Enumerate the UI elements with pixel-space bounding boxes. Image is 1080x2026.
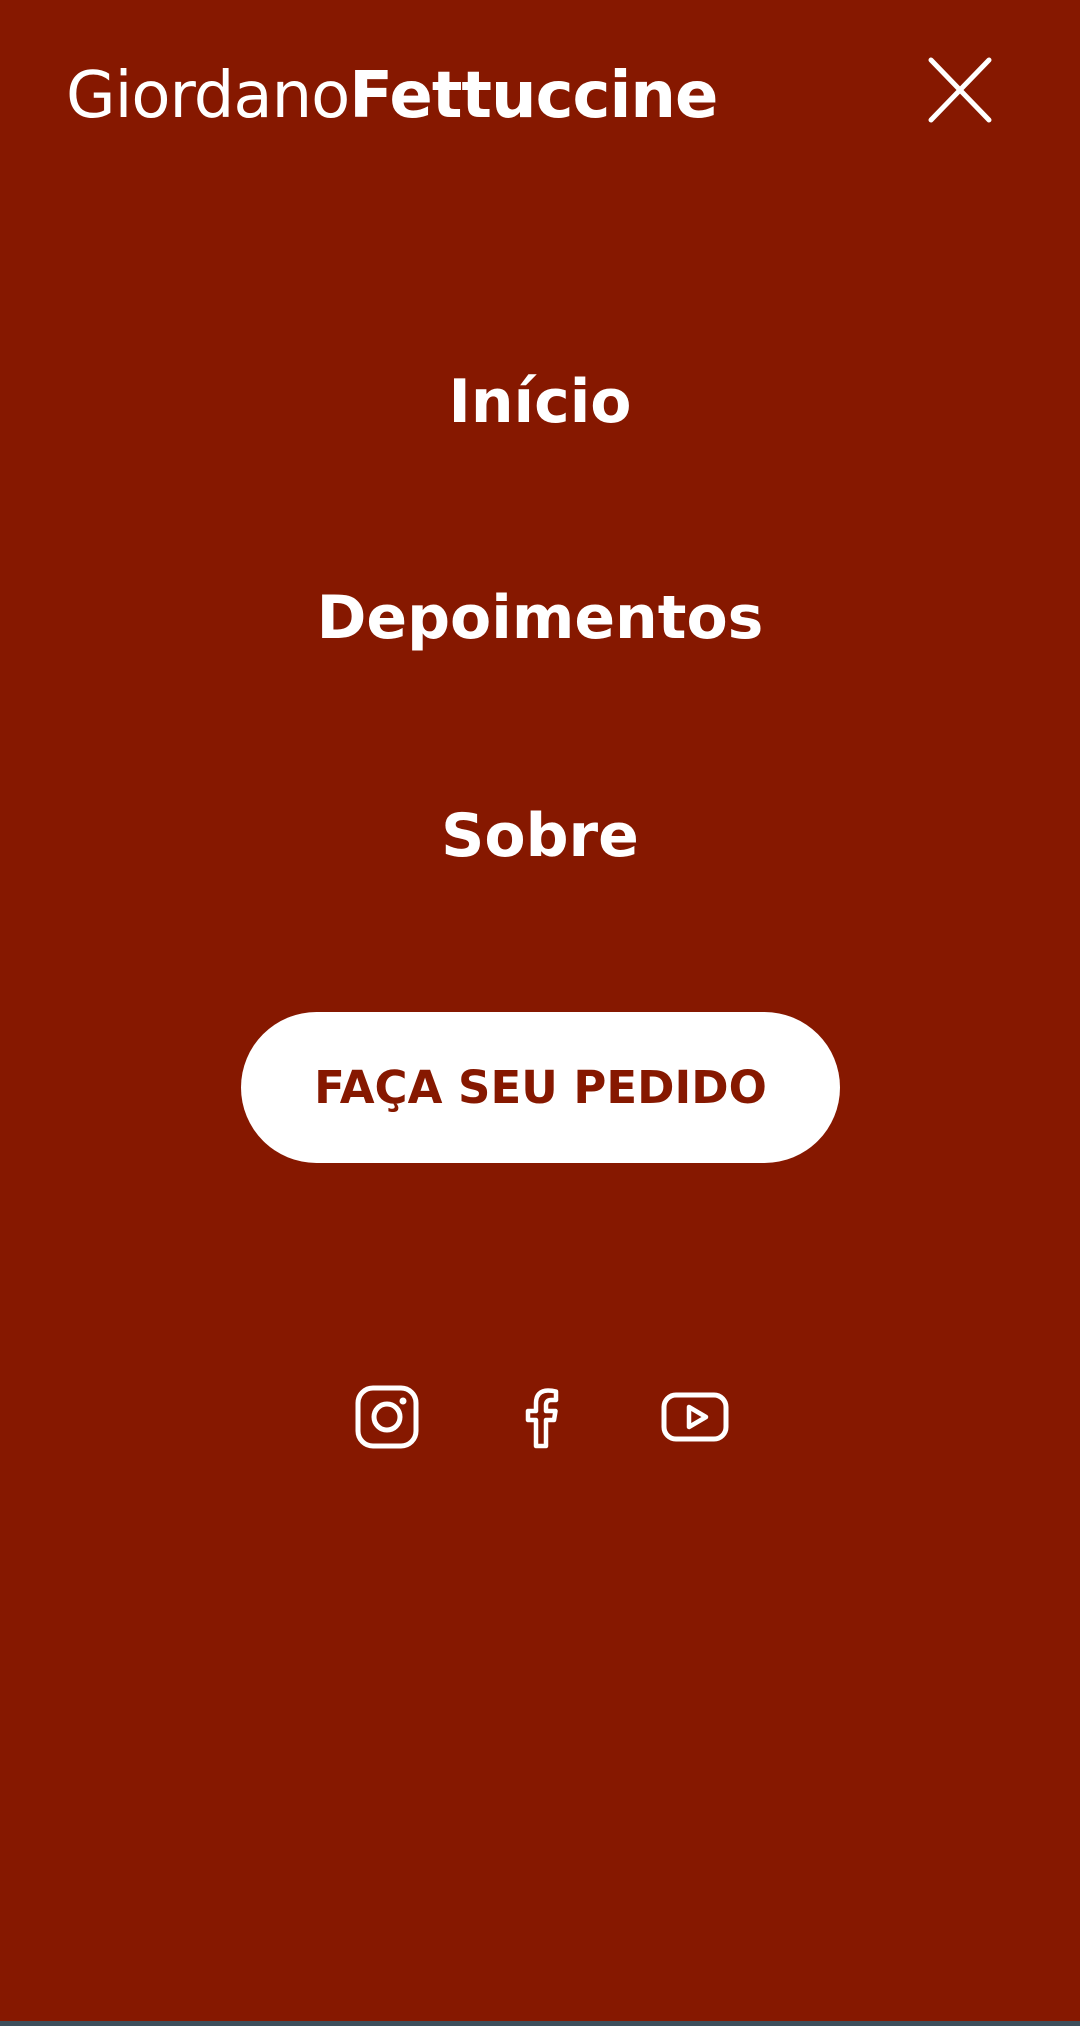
order-button-label: FAÇA SEU PEDIDO: [314, 1061, 767, 1114]
instagram-icon: [355, 1385, 419, 1449]
youtube-icon: [661, 1392, 729, 1442]
logo-text-light: Giordano: [66, 59, 350, 133]
mobile-menu-overlay: GiordanoFettuccine Início Depoimentos So…: [0, 0, 1080, 2021]
nav-item-inicio[interactable]: Início: [0, 362, 1080, 442]
logo-text-bold: Fettuccine: [349, 59, 718, 133]
bottom-edge: [0, 2021, 1080, 2026]
youtube-link[interactable]: [660, 1382, 730, 1452]
facebook-icon: [525, 1388, 559, 1449]
close-icon: [928, 57, 992, 123]
facebook-link[interactable]: [507, 1382, 577, 1452]
nav-item-depoimentos[interactable]: Depoimentos: [0, 578, 1080, 658]
close-menu-button[interactable]: [916, 52, 1004, 132]
order-button[interactable]: FAÇA SEU PEDIDO: [241, 1012, 840, 1163]
site-logo[interactable]: GiordanoFettuccine: [66, 58, 718, 134]
instagram-link[interactable]: [352, 1382, 422, 1452]
nav-item-sobre[interactable]: Sobre: [0, 796, 1080, 876]
